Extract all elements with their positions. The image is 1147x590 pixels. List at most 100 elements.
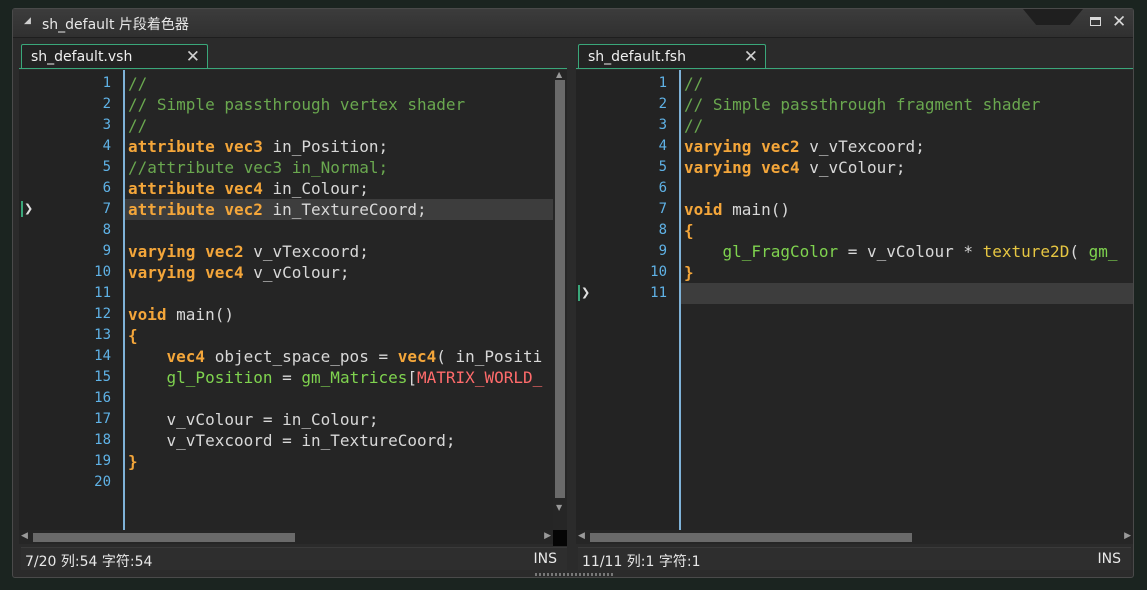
code-line[interactable]: // Simple passthrough fragment shader (684, 94, 1040, 115)
code-line[interactable]: // (684, 73, 703, 94)
code-token: v_vColour = in_Colour; (128, 410, 379, 429)
tab-fragment-shader[interactable]: sh_default.fsh ✕ (578, 44, 766, 69)
line-number: 3 (658, 117, 667, 133)
code-line[interactable]: v_vTexcoord = in_TextureCoord; (128, 430, 456, 451)
code-token: vec4 (397, 347, 437, 366)
tab-close-icon[interactable]: ✕ (186, 46, 200, 68)
code-editor[interactable]: 1 2 3 4 5 6 ❯ 7 8 9 10 11 12 13 14 15 16 17 18 19 20 //// Si… (19, 70, 567, 530)
line-number: 11 (650, 285, 667, 301)
collapse-triangle-icon[interactable]: ◢ (24, 16, 31, 26)
code-line[interactable]: } (684, 262, 694, 283)
tab-vertex-shader[interactable]: sh_default.vsh ✕ (21, 44, 208, 69)
code-line[interactable]: //attribute vec3 in_Normal; (128, 157, 388, 178)
code-token: gl_Position (166, 368, 273, 387)
code-line[interactable]: void main() (684, 199, 790, 220)
code-line[interactable]: v_vColour = in_Colour; (128, 409, 379, 430)
line-number: 7 (658, 201, 667, 217)
code-token: in_Colour; (262, 179, 369, 198)
line-number: 20 (94, 474, 111, 490)
code-token: // Simple passthrough vertex shader (128, 95, 466, 114)
line-number: 4 (102, 138, 111, 154)
code-line[interactable]: void main() (128, 304, 234, 325)
code-token: varying vec2 (128, 242, 244, 261)
insert-mode-indicator: INS (1097, 551, 1122, 567)
code-line[interactable]: varying vec2 v_vTexcoord; (128, 241, 369, 262)
close-window-button[interactable]: ✕ (1112, 12, 1126, 32)
code-area[interactable]: // // Simple passthrough fragment shader /… (681, 70, 1133, 530)
line-number: 5 (658, 159, 667, 175)
code-token: varying vec2 (684, 137, 800, 156)
code-line[interactable]: attribute vec3 in_Position; (128, 136, 388, 157)
scroll-right-icon[interactable]: ▶ (544, 531, 551, 541)
pane-splitter[interactable] (568, 42, 575, 572)
code-line[interactable]: attribute vec2 in_TextureCoord; (128, 199, 427, 220)
code-token: { (684, 221, 694, 240)
code-line[interactable]: vec4 object_space_pos = vec4( in_Positi (128, 346, 543, 367)
line-number: 10 (650, 264, 667, 280)
maximize-button[interactable] (1089, 15, 1103, 29)
code-token: varying vec4 (684, 158, 800, 177)
scroll-right-icon[interactable]: ▶ (1124, 531, 1131, 541)
tab-label: sh_default.vsh (31, 49, 133, 65)
cursor-position: 7/20 列:54 字符:54 (25, 554, 153, 570)
horizontal-scrollbar[interactable]: ◀ ▶ (576, 530, 1133, 544)
scroll-down-icon[interactable]: ▼ (556, 503, 562, 512)
line-number: 5 (102, 159, 111, 175)
scroll-thumb[interactable] (555, 80, 565, 498)
insert-mode-indicator: INS (533, 551, 558, 567)
resize-grip[interactable] (535, 573, 615, 576)
code-token: { (128, 326, 138, 345)
code-line[interactable]: // (128, 73, 147, 94)
scroll-left-icon[interactable]: ◀ (578, 531, 585, 541)
scrollbar-corner (553, 530, 567, 546)
line-number: 3 (102, 117, 111, 133)
caret-arrow-icon: ❯ (24, 202, 34, 215)
code-line[interactable]: gl_Position = gm_Matrices[MATRIX_WORLD_ (128, 367, 543, 388)
code-token: main() (166, 305, 234, 324)
line-number: 1 (658, 75, 667, 91)
line-number: 14 (94, 348, 111, 364)
code-token: ( (1069, 242, 1089, 261)
horizontal-scrollbar[interactable]: ◀ ▶ (19, 530, 553, 544)
title-notch-decoration (1023, 9, 1083, 25)
tab-close-icon[interactable]: ✕ (744, 46, 758, 68)
code-token: attribute vec2 (128, 200, 263, 219)
code-token: v_vColour; (243, 263, 350, 282)
code-line[interactable]: { (128, 325, 138, 346)
line-number: 6 (102, 180, 111, 196)
line-number: 9 (102, 243, 111, 259)
code-token: = v_vColour * (838, 242, 983, 261)
code-line[interactable]: { (684, 220, 694, 241)
code-editor[interactable]: 1 2 3 4 5 6 7 8 9 10 ❯ 11 // // Simple passthrough f… (576, 70, 1133, 530)
code-token: vec4 (166, 347, 206, 366)
scroll-left-icon[interactable]: ◀ (21, 531, 28, 541)
code-area[interactable]: //// Simple passthrough vertex shader//a… (125, 70, 553, 530)
code-token: object_space_pos = (205, 347, 398, 366)
vertical-scrollbar[interactable]: ▲ ▼ (553, 70, 567, 530)
maximize-icon (1090, 17, 1101, 26)
scroll-thumb[interactable] (33, 533, 295, 542)
code-token: void (128, 305, 167, 324)
scroll-thumb[interactable] (590, 533, 912, 542)
code-line[interactable]: // (684, 115, 703, 136)
code-token: main() (722, 200, 790, 219)
code-line[interactable]: } (128, 451, 138, 472)
code-token: // (128, 74, 148, 93)
scroll-up-icon[interactable]: ▲ (556, 70, 562, 79)
code-line[interactable]: varying vec2 v_vTexcoord; (684, 136, 925, 157)
code-line[interactable]: attribute vec4 in_Colour; (128, 178, 369, 199)
code-line[interactable]: varying vec4 v_vColour; (128, 262, 350, 283)
code-line[interactable]: varying vec4 v_vColour; (684, 157, 906, 178)
code-line[interactable]: gl_FragColor = v_vColour * texture2D( gm… (684, 241, 1118, 262)
current-line-marker (21, 201, 23, 217)
code-line[interactable]: // (128, 115, 147, 136)
code-token: attribute vec3 (128, 137, 263, 156)
title-bar[interactable]: ◢ sh_default 片段着色器 ✕ (13, 9, 1133, 38)
code-line[interactable]: // Simple passthrough vertex shader (128, 94, 465, 115)
shader-editor-window: ◢ sh_default 片段着色器 ✕ sh_default.vsh ✕ 1 2… (12, 8, 1134, 578)
code-token: in_TextureCoord; (262, 200, 427, 219)
code-token: in_Position; (262, 137, 389, 156)
code-token: void (684, 200, 723, 219)
